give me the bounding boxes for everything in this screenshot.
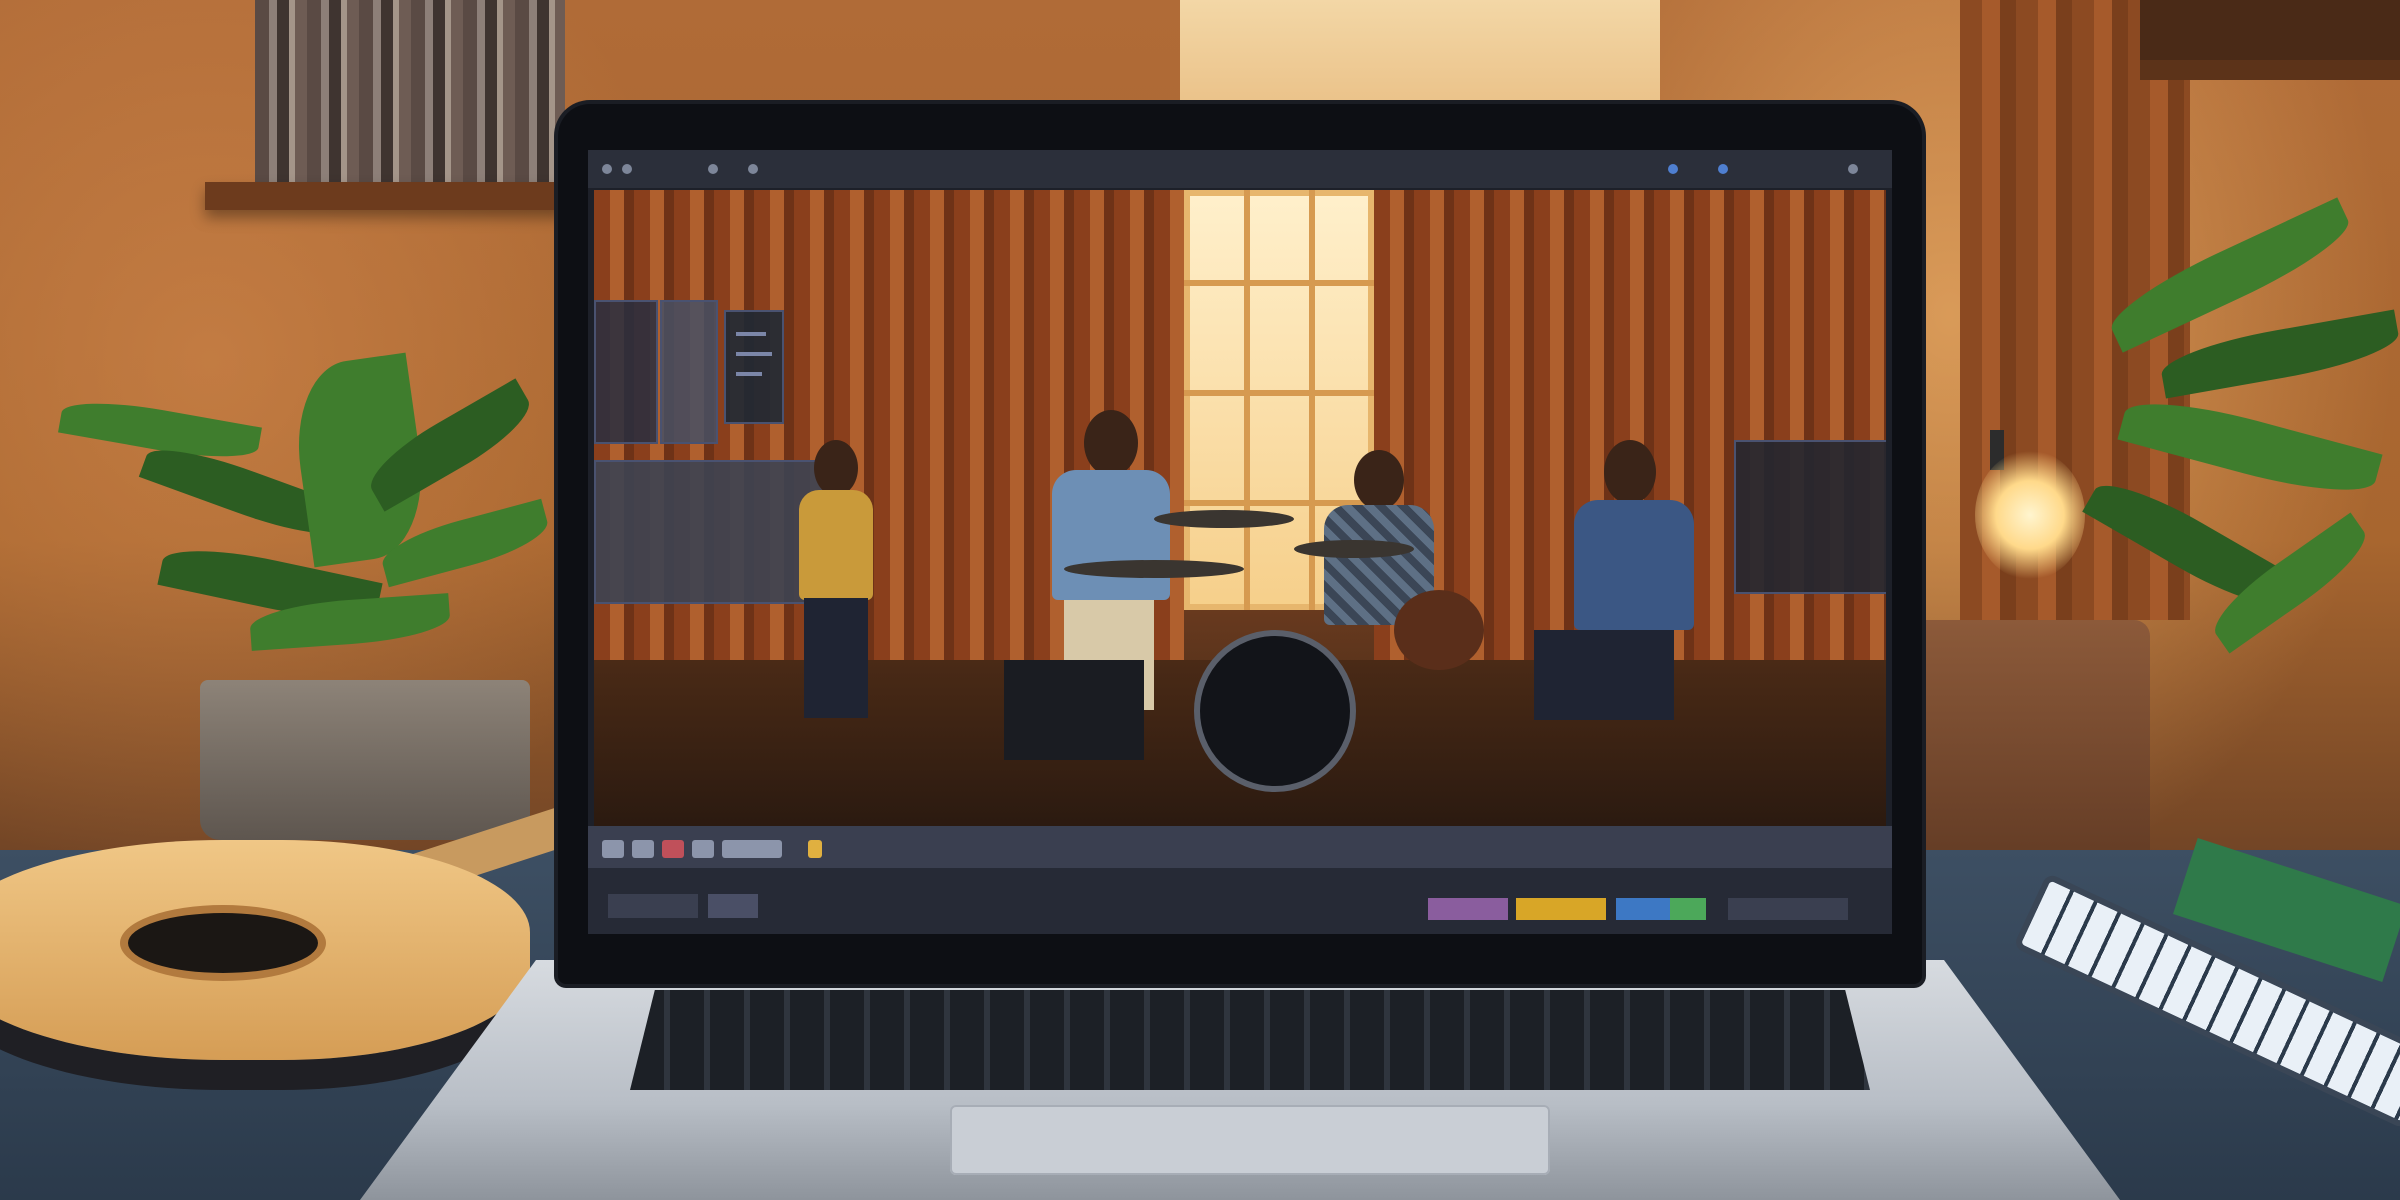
bookshelf-books: [255, 0, 565, 182]
stop-icon[interactable]: [632, 840, 654, 858]
track-header[interactable]: [608, 894, 698, 918]
toolbar-button[interactable]: [748, 164, 758, 174]
overlay-panel[interactable]: [594, 300, 658, 444]
guitar-soundhole: [120, 905, 326, 981]
cymbal: [1154, 510, 1294, 528]
video-preview[interactable]: [594, 190, 1886, 826]
overlay-panel[interactable]: [660, 300, 718, 444]
play-icon[interactable]: [602, 840, 624, 858]
toolbar-button[interactable]: [708, 164, 718, 174]
toolbar-button[interactable]: [1668, 164, 1678, 174]
cymbal: [1064, 560, 1244, 578]
musician-pants: [1534, 630, 1674, 720]
drum-icon: [1194, 630, 1356, 792]
cymbal: [1294, 540, 1414, 558]
app-toolbar: [588, 150, 1892, 188]
plant-pot: [200, 680, 530, 840]
laptop-keyboard: [630, 990, 1870, 1090]
playback-bar: [588, 826, 1892, 868]
toolbar-button[interactable]: [1848, 164, 1858, 174]
cabinet: [2140, 0, 2400, 60]
musician-head: [1604, 440, 1656, 504]
track-header[interactable]: [708, 894, 758, 918]
window-frame: [1184, 390, 1374, 396]
timeline-clip[interactable]: [1516, 898, 1606, 920]
musician-shirt: [799, 490, 873, 600]
musician-head: [1084, 410, 1138, 476]
timeline-clip[interactable]: [1428, 898, 1508, 920]
drum-icon: [1394, 590, 1484, 670]
timeline-clip[interactable]: [1616, 898, 1670, 920]
musician-shirt: [1052, 470, 1170, 600]
window-frame: [1184, 280, 1374, 286]
timeline-clip[interactable]: [1728, 898, 1848, 920]
timeline-clip[interactable]: [1670, 898, 1706, 920]
musician-head: [814, 440, 858, 496]
musician-head: [1354, 450, 1404, 510]
window-frame: [1244, 190, 1250, 610]
bookshelf: [205, 182, 565, 210]
musician-shirt: [1574, 500, 1694, 630]
lamp-bulb: [1975, 450, 2085, 580]
musician-pants: [804, 598, 868, 718]
overlay-panel[interactable]: [724, 310, 784, 424]
time-display: [722, 840, 782, 858]
toolbar-button[interactable]: [602, 164, 612, 174]
toolbar-button[interactable]: [622, 164, 632, 174]
loop-icon[interactable]: [692, 840, 714, 858]
shelf-right: [2140, 60, 2400, 80]
laptop-touchpad: [950, 1105, 1550, 1175]
laptop-screen: [588, 150, 1892, 934]
record-icon[interactable]: [662, 840, 684, 858]
marker-icon[interactable]: [808, 840, 822, 858]
overlay-panel[interactable]: [1734, 440, 1886, 594]
toolbar-button[interactable]: [1718, 164, 1728, 174]
amp: [1004, 660, 1144, 760]
